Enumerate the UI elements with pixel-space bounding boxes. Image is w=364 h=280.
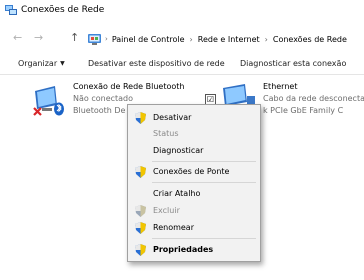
connection-device: Bluetooth De [73, 106, 126, 115]
breadcrumb-separator: › [264, 34, 268, 44]
shield-icon [135, 222, 146, 234]
menu-separator [152, 182, 256, 183]
shield-icon [135, 205, 146, 217]
menu-item-rename[interactable]: Renomear [128, 220, 260, 235]
menu-item-label: Conexões de Ponte [153, 167, 230, 176]
shield-icon [135, 244, 146, 256]
menu-item-label: Status [153, 129, 179, 138]
menu-item-bridge-connections[interactable]: Conexões de Ponte [128, 164, 260, 179]
breadcrumb: › Painel de Controle › Rede e Internet ›… [88, 31, 347, 47]
title-bar: Conexões de Rede [0, 0, 364, 22]
context-menu: Desativar Status Diagnosticar Conexões d… [127, 104, 261, 262]
network-connections-icon [5, 5, 17, 15]
menu-item-label: Desativar [153, 113, 192, 122]
breadcrumb-separator: › [105, 35, 108, 43]
menu-item-label: Diagnosticar [153, 146, 204, 155]
network-connections-window: Conexões de Rede ← → ↑ › Painel de Contr… [0, 0, 364, 280]
address-bar: ← → ↑ › Painel de Controle › Rede e Inte… [0, 28, 364, 50]
command-toolbar: Organizar ▼ Desativar este dispositivo de… [0, 53, 364, 75]
menu-item-label: Criar Atalho [153, 189, 201, 198]
menu-item-create-shortcut[interactable]: Criar Atalho [128, 186, 260, 201]
window-title: Conexões de Rede [21, 5, 105, 15]
menu-item-diagnose[interactable]: Diagnosticar [128, 143, 260, 158]
disable-device-button[interactable]: Desativar este dispositivo de rede [88, 58, 225, 69]
menu-separator [152, 161, 256, 162]
menu-item-status[interactable]: Status [128, 126, 260, 141]
breadcrumb-control-panel[interactable]: Painel de Controle [112, 35, 185, 44]
shield-icon [135, 166, 146, 178]
shield-icon [135, 112, 146, 124]
connection-name: Ethernet [263, 82, 298, 91]
menu-separator [152, 238, 256, 239]
back-button[interactable]: ← [13, 32, 22, 44]
organize-menu-button[interactable]: Organizar ▼ [18, 58, 65, 69]
breadcrumb-network-internet[interactable]: Rede e Internet [198, 35, 260, 44]
organize-label: Organizar [18, 59, 58, 68]
diagnose-connection-button[interactable]: Diagnosticar esta conexão [240, 58, 346, 69]
menu-item-label: Excluir [153, 206, 180, 215]
connection-status: Cabo da rede desconectado [263, 94, 364, 103]
menu-item-label: Propriedades [153, 245, 214, 254]
connection-name: Conexão de Rede Bluetooth [73, 82, 185, 91]
forward-button[interactable]: → [34, 32, 43, 44]
control-panel-icon [88, 34, 101, 45]
chevron-down-icon: ▼ [60, 60, 65, 67]
breadcrumb-separator: › [189, 34, 193, 44]
connection-device: k PCIe GbE Family C [263, 106, 344, 115]
disconnected-x-icon [33, 107, 42, 116]
menu-item-properties[interactable]: Propriedades [128, 242, 260, 257]
breadcrumb-network-connections[interactable]: Conexões de Rede [273, 35, 347, 44]
menu-item-label: Renomear [153, 223, 194, 232]
menu-item-disable[interactable]: Desativar [128, 110, 260, 125]
connection-status: Não conectado [73, 94, 134, 103]
up-button[interactable]: ↑ [70, 32, 79, 44]
menu-item-delete[interactable]: Excluir [128, 203, 260, 218]
